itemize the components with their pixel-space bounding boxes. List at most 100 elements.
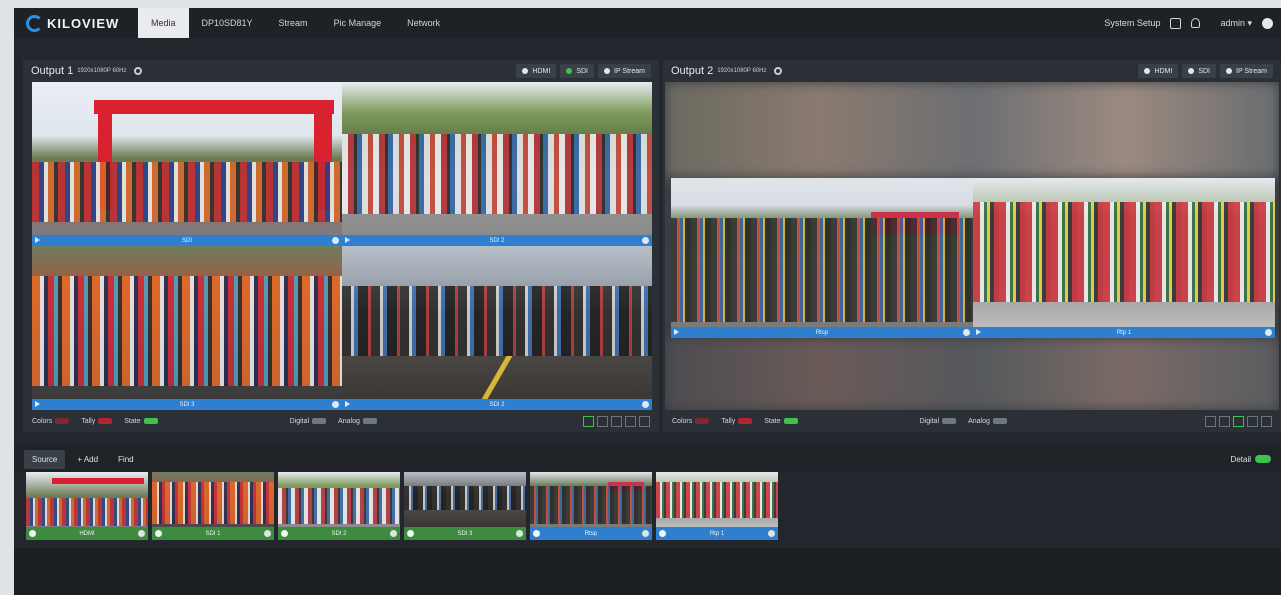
layout-quad-icon[interactable] (1233, 415, 1244, 427)
layout-quad-icon[interactable] (611, 415, 622, 427)
settings-icon[interactable] (642, 401, 649, 408)
radio-icon (1188, 68, 1195, 74)
thumb-label: Rtsp (584, 530, 598, 537)
source-thumbnail[interactable]: Rtp 1 (656, 472, 778, 540)
find-source-button[interactable]: Find (110, 450, 142, 469)
output-1-sdi-button[interactable]: SDI (560, 64, 594, 78)
state-label: State (124, 417, 141, 425)
preview-tile[interactable]: Rtsp (671, 178, 973, 338)
settings-icon[interactable] (642, 237, 649, 244)
select-checkbox[interactable] (281, 530, 288, 537)
radio-icon (1144, 68, 1151, 74)
tile-label-bar: SDI 2 (342, 399, 652, 410)
settings-icon[interactable] (963, 329, 970, 336)
output-2-hdmi-button[interactable]: HDMI (1138, 64, 1179, 78)
settings-icon[interactable] (390, 530, 397, 537)
play-icon[interactable] (35, 401, 40, 407)
settings-icon[interactable] (1265, 329, 1272, 336)
digital-indicator[interactable] (312, 418, 327, 424)
button-label: SDI (1198, 67, 1210, 75)
output-2-ip-stream-button[interactable]: IP Stream (1220, 64, 1273, 78)
preview-tile[interactable]: Rtp 1 (973, 178, 1275, 338)
blurred-background (665, 82, 1279, 178)
play-icon[interactable] (345, 237, 350, 243)
layout-custom-icon[interactable] (639, 415, 650, 427)
output-1-preview: SDI SDI 2 SDI 3 SDI 2 (32, 82, 652, 410)
settings-icon[interactable] (768, 530, 775, 537)
select-checkbox[interactable] (29, 530, 36, 537)
preview-tile[interactable]: SDI 3 (32, 246, 342, 410)
thumb-label-bar: Rtp 1 (656, 527, 778, 540)
play-icon[interactable] (345, 401, 350, 407)
source-thumbnail[interactable]: Rtsp (530, 472, 652, 540)
layout-split-icon[interactable] (1219, 415, 1230, 427)
output-1-settings-gear-icon[interactable] (134, 67, 143, 75)
system-setup-link[interactable]: System Setup (1104, 18, 1160, 28)
fullscreen-icon[interactable] (1170, 17, 1182, 29)
output-1-ip-stream-button[interactable]: IP Stream (598, 64, 651, 78)
top-navigation: KILOVIEW Media DP10SD81Y Stream Pic Mana… (14, 8, 1281, 38)
analog-indicator[interactable] (362, 418, 377, 424)
preview-tile[interactable]: SDI (32, 82, 342, 246)
layout-single-icon[interactable] (1205, 415, 1216, 427)
output-2-settings-gear-icon[interactable] (774, 67, 783, 75)
output-2-title: Output 2 (671, 65, 714, 77)
select-checkbox[interactable] (659, 530, 666, 537)
output-2-sdi-button[interactable]: SDI (1182, 64, 1216, 78)
settings-icon[interactable] (264, 530, 271, 537)
layout-split-icon[interactable] (597, 415, 608, 427)
source-thumbnail[interactable]: HDMI (26, 472, 148, 540)
thumb-label-bar: SDI 2 (278, 527, 400, 540)
nav-tab-stream[interactable]: Stream (266, 8, 321, 38)
settings-icon[interactable] (642, 530, 649, 537)
layout-pip-icon[interactable] (1247, 415, 1258, 427)
colors-swatch[interactable] (55, 418, 70, 424)
settings-icon[interactable] (138, 530, 145, 537)
play-icon[interactable] (35, 237, 40, 243)
output-2-resolution: 1920x1080P 60Hz (717, 68, 767, 74)
state-label: State (764, 417, 781, 425)
button-label: HDMI (532, 67, 551, 75)
user-menu[interactable]: admin ▾ (1210, 18, 1252, 29)
add-source-button[interactable]: + Add (69, 450, 106, 469)
video-frame (671, 178, 973, 327)
tile-label-bar: Rtp 1 (973, 327, 1275, 338)
layout-pip-icon[interactable] (625, 415, 636, 427)
preview-tile[interactable]: SDI 2 (342, 82, 652, 246)
settings-icon[interactable] (332, 237, 339, 244)
video-frame (973, 178, 1275, 327)
source-thumbnail[interactable]: SDI 1 (152, 472, 274, 540)
video-frame (26, 472, 148, 527)
nav-tab-media[interactable]: Media (138, 8, 189, 38)
layout-custom-icon[interactable] (1261, 415, 1272, 427)
source-thumbnail[interactable]: SDI 3 (404, 472, 526, 540)
output-1-hdmi-button[interactable]: HDMI (516, 64, 557, 78)
select-checkbox[interactable] (533, 530, 540, 537)
tile-label: SDI (181, 237, 192, 244)
select-checkbox[interactable] (407, 530, 414, 537)
digital-indicator[interactable] (942, 418, 957, 424)
nav-tab-pic-manage[interactable]: Pic Manage (321, 8, 395, 38)
nav-tab-device[interactable]: DP10SD81Y (189, 8, 266, 38)
radio-icon (604, 68, 610, 74)
select-checkbox[interactable] (155, 530, 162, 537)
play-icon[interactable] (976, 329, 981, 335)
layout-single-icon[interactable] (583, 415, 594, 427)
preview-tile[interactable]: SDI 2 (342, 246, 652, 410)
source-thumbnail[interactable]: SDI 2 (278, 472, 400, 540)
info-icon[interactable] (1262, 17, 1273, 29)
source-toolbar: Source + Add Find Detail (14, 446, 1281, 472)
tab-source[interactable]: Source (24, 449, 66, 469)
video-frame (152, 472, 274, 527)
settings-icon[interactable] (516, 530, 523, 537)
logo-text: KILOVIEW (47, 15, 120, 31)
settings-icon[interactable] (332, 401, 339, 408)
colors-swatch[interactable] (695, 418, 710, 424)
source-list: HDMI SDI 1 SDI 2 SDI 3 Rtsp Rtp 1 (26, 472, 782, 542)
analog-indicator[interactable] (992, 418, 1007, 424)
thumb-label-bar: HDMI (26, 527, 148, 540)
detail-toggle[interactable] (1255, 455, 1271, 463)
nav-tab-network[interactable]: Network (394, 8, 453, 38)
button-label: SDI (576, 67, 588, 75)
play-icon[interactable] (674, 329, 679, 335)
